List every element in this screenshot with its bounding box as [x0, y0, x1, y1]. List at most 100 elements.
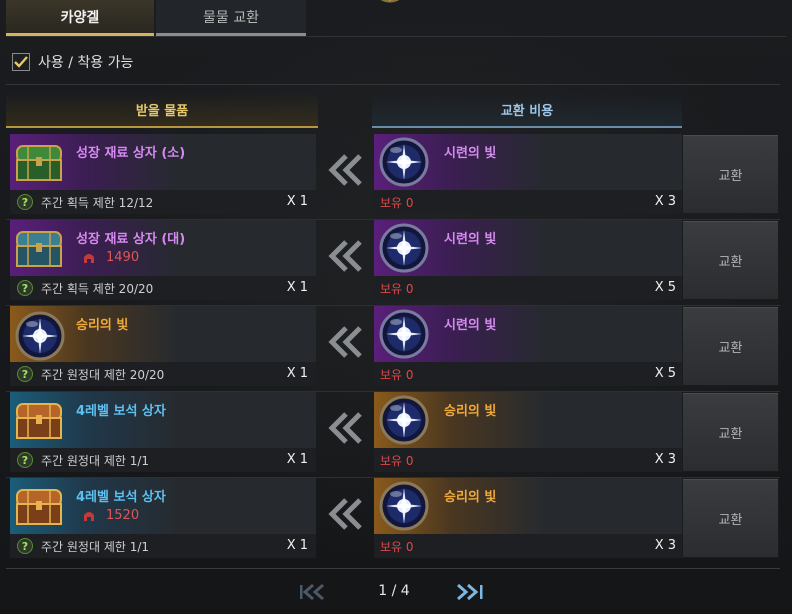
- exchange-row: 승리의 빛 ? 주간 원정대 제한 20/20 X 1 시련의 빛 보유 0 X…: [6, 306, 780, 392]
- weekly-limit-text: 주간 획득 제한 12/12: [41, 195, 154, 210]
- exchange-arrow-icon: [324, 324, 368, 360]
- exchange-row: 성장 재료 상자 (대) 1490 ? 주간 획득 제한 20/20 X 1 시…: [6, 220, 780, 306]
- owned-count: 보유 0: [380, 368, 414, 382]
- usable-checkbox[interactable]: [12, 53, 30, 71]
- owned-count: 보유 0: [380, 282, 414, 296]
- reward-quantity: X 1: [286, 280, 308, 295]
- divider: [6, 568, 780, 569]
- reward-quantity: X 1: [286, 366, 308, 381]
- item-price: 1490: [82, 250, 139, 265]
- reward-item-name: 4레벨 보석 상자: [76, 404, 166, 419]
- cost-item[interactable]: 시련의 빛: [374, 220, 684, 276]
- page-indicator: 1 / 4: [378, 583, 410, 599]
- cost-item[interactable]: 승리의 빛: [374, 478, 684, 534]
- cost-item[interactable]: 시련의 빛: [374, 134, 684, 190]
- divider: [6, 84, 780, 85]
- cost-quantity: X 3: [654, 452, 676, 467]
- reward-limit-bar: ? 주간 획득 제한 20/20 X 1: [10, 276, 316, 300]
- cost-owned-bar: 보유 0 X 3: [374, 448, 684, 472]
- cost-item-name: 승리의 빛: [444, 404, 497, 419]
- cost-item[interactable]: 시련의 빛: [374, 306, 684, 362]
- trial-light-orb-icon: [378, 136, 430, 188]
- trial-light-orb-icon: [378, 222, 430, 274]
- reward-limit-bar: ? 주간 원정대 제한 1/1 X 1: [10, 534, 316, 558]
- exchange-button[interactable]: 교환: [682, 306, 779, 386]
- exchange-arrow-icon: [324, 238, 368, 274]
- crest-ornament-icon: [380, 0, 400, 3]
- reward-item[interactable]: 승리의 빛: [10, 306, 316, 362]
- exchange-button[interactable]: 교환: [682, 478, 779, 558]
- usable-filter-label: 사용 / 착용 가능: [38, 55, 134, 71]
- cost-quantity: X 3: [654, 194, 676, 209]
- cost-owned-bar: 보유 0 X 3: [374, 534, 684, 558]
- exchange-arrow-icon: [324, 410, 368, 446]
- last-page-icon[interactable]: [452, 582, 488, 602]
- reward-item[interactable]: 성장 재료 상자 (소): [10, 134, 316, 190]
- owned-count: 보유 0: [380, 540, 414, 554]
- teal-chest-icon: [14, 224, 64, 272]
- reward-limit-bar: ? 주간 원정대 제한 20/20 X 1: [10, 362, 316, 386]
- help-icon[interactable]: ?: [17, 366, 33, 382]
- help-icon[interactable]: ?: [17, 538, 33, 554]
- owned-count: 보유 0: [380, 196, 414, 210]
- exchange-button[interactable]: 교환: [682, 392, 779, 472]
- exchange-row: 성장 재료 상자 (소) ? 주간 획득 제한 12/12 X 1 시련의 빛 …: [6, 134, 780, 220]
- weekly-limit-text: 주간 원정대 제한 1/1: [41, 453, 150, 468]
- victory-light-orb-icon: [14, 310, 65, 361]
- receive-items-header: 받을 물품: [6, 92, 318, 128]
- helmet-icon: [84, 253, 94, 263]
- checkmark-icon: [14, 56, 28, 68]
- exchange-button[interactable]: 교환: [682, 220, 779, 300]
- tab-barter[interactable]: 물물 교환: [156, 0, 306, 36]
- cost-item-name: 승리의 빛: [444, 490, 497, 505]
- cost-owned-bar: 보유 0 X 5: [374, 362, 684, 386]
- usable-filter[interactable]: 사용 / 착용 가능: [12, 52, 133, 72]
- cost-item[interactable]: 승리의 빛: [374, 392, 684, 448]
- reward-item[interactable]: 성장 재료 상자 (대) 1490: [10, 220, 316, 276]
- reward-item-name: 승리의 빛: [76, 318, 129, 333]
- help-icon[interactable]: ?: [17, 280, 33, 296]
- reward-item[interactable]: 4레벨 보석 상자 1520: [10, 478, 316, 534]
- exchange-row: 4레벨 보석 상자 1520 ? 주간 원정대 제한 1/1 X 1 승리의 빛…: [6, 478, 780, 560]
- exchange-arrow-icon: [324, 152, 368, 188]
- cost-item-name: 시련의 빛: [444, 146, 497, 161]
- tab-divider: [6, 36, 786, 37]
- reward-item-name: 성장 재료 상자 (소): [76, 146, 186, 161]
- tab-kayangel[interactable]: 카양겔: [6, 0, 154, 36]
- cost-quantity: X 5: [654, 366, 676, 381]
- pagination: 1 / 4: [0, 580, 792, 604]
- owned-count: 보유 0: [380, 454, 414, 468]
- weekly-limit-text: 주간 원정대 제한 1/1: [41, 539, 150, 554]
- first-page-icon[interactable]: [296, 582, 332, 602]
- item-price: 1520: [82, 508, 139, 523]
- reward-quantity: X 1: [286, 194, 308, 209]
- help-icon[interactable]: ?: [17, 194, 33, 210]
- reward-item[interactable]: 4레벨 보석 상자: [10, 392, 316, 448]
- trial-light-orb-icon: [378, 308, 430, 360]
- exchange-arrow-icon: [324, 496, 368, 532]
- reward-quantity: X 1: [286, 452, 308, 467]
- victory-light-orb-icon: [378, 480, 430, 532]
- reward-limit-bar: ? 주간 원정대 제한 1/1 X 1: [10, 448, 316, 472]
- reward-quantity: X 1: [286, 538, 308, 553]
- gem-chest-icon: [14, 396, 64, 444]
- item-price-value: 1520: [106, 508, 140, 523]
- weekly-limit-text: 주간 획득 제한 20/20: [41, 281, 154, 296]
- tab-bar: 카양겔 물물 교환: [6, 0, 306, 36]
- help-icon[interactable]: ?: [17, 452, 33, 468]
- cost-owned-bar: 보유 0 X 5: [374, 276, 684, 300]
- cost-item-name: 시련의 빛: [444, 232, 497, 247]
- reward-item-name: 4레벨 보석 상자: [76, 490, 166, 505]
- exchange-row: 4레벨 보석 상자 ? 주간 원정대 제한 1/1 X 1 승리의 빛 보유 0…: [6, 392, 780, 478]
- weekly-limit-text: 주간 원정대 제한 20/20: [41, 367, 165, 382]
- item-price-value: 1490: [106, 250, 140, 265]
- cost-item-name: 시련의 빛: [444, 318, 497, 333]
- exchange-button[interactable]: 교환: [682, 134, 779, 214]
- victory-light-orb-icon: [378, 394, 430, 446]
- cost-owned-bar: 보유 0 X 3: [374, 190, 684, 214]
- green-chest-icon: [14, 138, 64, 186]
- gem-chest-icon: [14, 482, 64, 530]
- helmet-icon: [84, 511, 94, 521]
- cost-quantity: X 5: [654, 280, 676, 295]
- cost-quantity: X 3: [654, 538, 676, 553]
